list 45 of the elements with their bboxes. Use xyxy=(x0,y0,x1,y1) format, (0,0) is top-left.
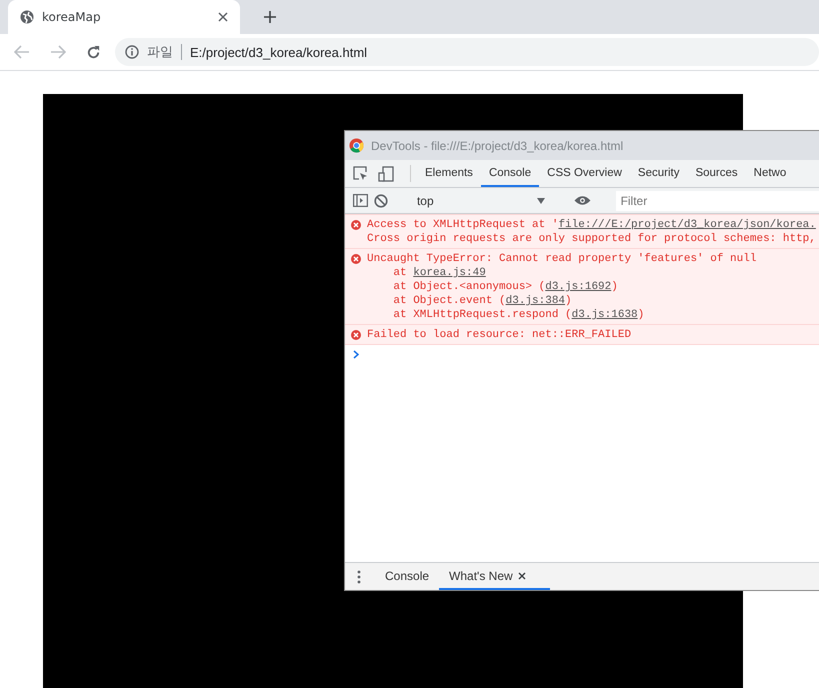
console-line: at Object.event (d3.js:384) xyxy=(392,294,573,308)
panel-tab[interactable]: Security xyxy=(630,160,688,187)
new-tab-icon[interactable] xyxy=(264,11,276,23)
browser-tab[interactable]: koreaMap xyxy=(8,0,240,34)
error-icon xyxy=(351,254,361,264)
context-dropdown[interactable]: top xyxy=(412,194,549,208)
source-link[interactable]: file:///E:/project/d3_korea/json/korea. xyxy=(558,219,816,231)
console-line: at XMLHttpRequest.respond (d3.js:1638) xyxy=(392,308,646,322)
source-link[interactable]: korea.js:49 xyxy=(413,267,486,279)
info-icon[interactable] xyxy=(125,45,139,59)
console-line: Access to XMLHttpRequest at 'file:///E:/project/d3_korea/json/korea. xyxy=(367,218,816,232)
panel-tab[interactable]: Sources xyxy=(687,160,746,187)
source-link[interactable]: d3.js:384 xyxy=(506,295,566,307)
device-toolbar-icon[interactable] xyxy=(378,166,394,182)
drawer-tab[interactable]: What's New xyxy=(439,563,550,590)
error-icon xyxy=(351,330,361,340)
source-link[interactable]: d3.js:1692 xyxy=(545,281,612,293)
eye-icon[interactable] xyxy=(574,195,591,206)
panel-tab[interactable]: Netwo xyxy=(746,160,794,187)
drawer-tab[interactable]: Console xyxy=(375,563,440,590)
filter-field[interactable]: Filter xyxy=(616,190,819,210)
window-title: DevTools - file:///E:/project/d3_korea/korea.html xyxy=(371,138,624,152)
console-line: at Object.<anonymous> (d3.js:1692) xyxy=(392,280,619,294)
chrome-logo-icon xyxy=(349,138,364,153)
prompt-icon[interactable] xyxy=(353,350,359,359)
more-icon[interactable] xyxy=(357,570,361,584)
close-icon[interactable] xyxy=(218,12,228,22)
url-text: E:/project/d3_korea/korea.html xyxy=(190,44,368,60)
address-bar[interactable]: 파일 E:/project/d3_korea/korea.html xyxy=(115,38,819,66)
sidebar-icon[interactable] xyxy=(353,194,368,207)
console-line: Cross origin requests are only supported for protocol schemes: http, xyxy=(367,232,816,246)
error-icon xyxy=(351,220,361,230)
panel-tab[interactable]: Elements xyxy=(417,160,481,187)
console-line: Failed to load resource: net::ERR_FAILED xyxy=(367,328,632,342)
console-line: Uncaught TypeError: Cannot read property 'features' of null xyxy=(367,252,756,266)
scheme-label: 파일 xyxy=(147,44,173,61)
dropdown-arrow-icon xyxy=(536,198,545,204)
inspect-icon[interactable] xyxy=(353,166,368,181)
clear-icon[interactable] xyxy=(374,194,388,208)
source-link[interactable]: d3.js:1638 xyxy=(572,309,638,321)
panel-tab[interactable]: CSS Overview xyxy=(539,160,630,187)
console-line: at korea.js:49 xyxy=(392,266,487,280)
tab-title: koreaMap xyxy=(42,10,102,24)
reload-icon[interactable] xyxy=(86,44,101,60)
close-icon[interactable] xyxy=(518,572,526,580)
